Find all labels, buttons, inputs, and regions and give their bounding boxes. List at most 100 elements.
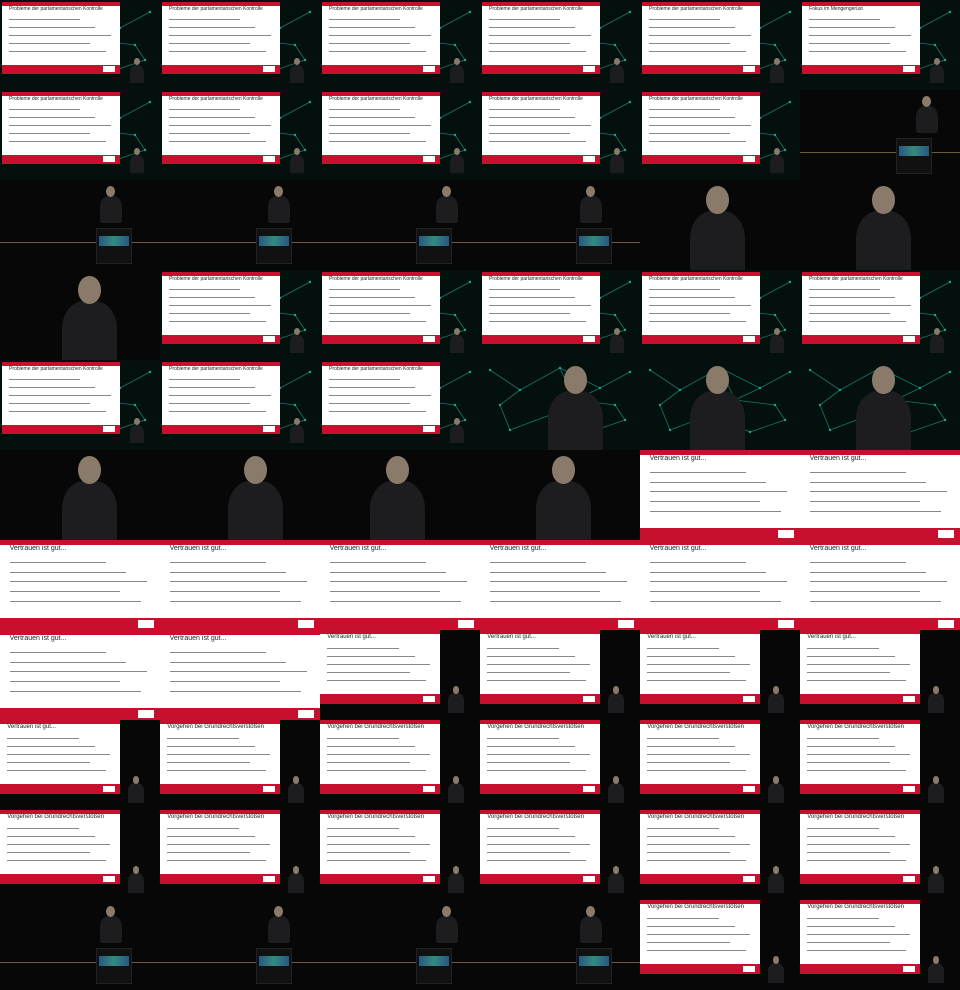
slide-text-line: [9, 561, 106, 563]
presentation-slide: Probleme der parlamentarischen Kontrolle: [322, 2, 440, 74]
video-frame: [480, 180, 640, 270]
slide-text-line: [9, 403, 91, 405]
lectern: [576, 948, 612, 984]
video-frame: Vertrauen ist gut...: [320, 630, 480, 720]
video-frame: Vorgehen bei Grundrechtsverstößen: [640, 810, 800, 900]
eco-logo: [903, 66, 916, 73]
speaker-head: [772, 776, 780, 784]
video-frame: Vorgehen bei Grundrechtsverstößen: [800, 810, 960, 900]
speaker-body: [610, 334, 625, 353]
presentation-slide: Probleme der parlamentarischen Kontrolle: [162, 92, 280, 164]
slide-title: Vorgehen bei Grundrechtsverstößen: [167, 723, 264, 730]
slide-footer: [640, 784, 760, 794]
presentation-slide: Vertrauen ist gut...: [480, 630, 600, 704]
slide-text-line: [7, 835, 95, 837]
slide-text-line: [649, 289, 720, 291]
slide-text-line: [489, 19, 560, 21]
video-frame: Vertrauen ist gut...: [160, 630, 320, 720]
slide-text-line: [647, 860, 746, 862]
speaker-body: [130, 424, 145, 443]
eco-logo: [423, 876, 436, 883]
slide-text-line: [9, 109, 80, 111]
slide-text-line: [7, 770, 106, 772]
video-frame: Probleme der parlamentarischen Kontrolle: [480, 270, 640, 360]
stage-edge: [480, 242, 640, 243]
slide-title: Probleme der parlamentarischen Kontrolle: [489, 275, 583, 282]
slide-text-line: [169, 133, 251, 135]
slide-footer: [802, 64, 920, 74]
speaker-head: [78, 456, 102, 484]
slide-title: Vorgehen bei Grundrechtsverstößen: [487, 723, 584, 730]
slide-text-line: [9, 681, 120, 683]
slide-text-line: [489, 289, 560, 291]
speaker-body: [62, 481, 118, 540]
slide-text-line: [329, 109, 400, 111]
slide-text-line: [807, 664, 911, 666]
slide-text-line: [647, 680, 746, 682]
video-frame: Probleme der parlamentarischen Kontrolle: [160, 90, 320, 180]
speaker-head: [132, 776, 140, 784]
eco-logo: [777, 530, 794, 538]
slide-text-line: [649, 117, 736, 119]
speaker-head: [872, 366, 896, 394]
presentation-slide: Probleme der parlamentarischen Kontrolle: [162, 2, 280, 74]
video-frame: [0, 900, 160, 990]
slide-text-line: [807, 852, 890, 854]
slide-title: Probleme der parlamentarischen Kontrolle: [9, 365, 103, 372]
slide-text-line: [487, 844, 591, 846]
slide-text-line: [329, 591, 440, 593]
slide-text-line: [649, 571, 767, 573]
lectern: [576, 228, 612, 264]
eco-logo: [423, 696, 436, 703]
speaker-body: [770, 64, 785, 83]
slide-text-line: [169, 320, 266, 322]
slide-title: Probleme der parlamentarischen Kontrolle: [329, 365, 423, 372]
eco-logo: [617, 620, 634, 628]
slide-text-line: [9, 117, 96, 119]
speaker-body: [608, 783, 624, 803]
video-frame: Probleme der parlamentarischen Kontrolle: [480, 90, 640, 180]
slide-text-line: [809, 511, 941, 513]
speaker-body: [100, 915, 122, 943]
slide-text-line: [489, 320, 586, 322]
slide-text-line: [809, 481, 927, 483]
slide-footer: [800, 528, 960, 540]
slide-text-line: [327, 655, 415, 657]
slide-title: Vorgehen bei Grundrechtsverstößen: [807, 813, 904, 820]
slide-footer: [800, 874, 920, 884]
slide-text-line: [169, 117, 256, 119]
slide-text-line: [169, 581, 308, 583]
slide-text-line: [807, 762, 890, 764]
presentation-slide: Vertrauen ist gut...: [0, 540, 160, 630]
eco-logo: [743, 876, 756, 883]
slide-text-line: [489, 140, 586, 142]
frame-background: [160, 180, 320, 270]
slide-footer: [162, 64, 280, 74]
slide-text-line: [9, 387, 96, 389]
slide-title: Vorgehen bei Grundrechtsverstößen: [647, 813, 744, 820]
slide-footer: [162, 424, 280, 434]
slide-text-line: [647, 745, 735, 747]
slide-title: Vertrauen ist gut...: [489, 544, 547, 552]
slide-text-line: [169, 50, 266, 52]
video-frame: Vertrauen ist gut...: [640, 540, 800, 630]
slide-text-line: [329, 297, 416, 299]
slide-footer: [322, 424, 440, 434]
slide-footer: [322, 154, 440, 164]
slide-text-line: [169, 379, 240, 381]
slide-text-line: [327, 737, 400, 739]
slide-title: Vertrauen ist gut...: [329, 544, 387, 552]
eco-logo: [103, 876, 116, 883]
presentation-slide: Vorgehen bei Grundrechtsverstößen: [800, 720, 920, 794]
speaker-body: [130, 64, 145, 83]
frame-background: [0, 180, 160, 270]
slide-title: Probleme der parlamentarischen Kontrolle: [169, 95, 263, 102]
speaker-head: [706, 366, 730, 394]
slide-text-line: [7, 737, 80, 739]
slide-text-line: [807, 655, 895, 657]
slide-text-line: [489, 117, 576, 119]
speaker-body: [608, 873, 624, 893]
eco-logo: [583, 66, 596, 73]
video-frame: [0, 180, 160, 270]
lectern: [96, 948, 132, 984]
